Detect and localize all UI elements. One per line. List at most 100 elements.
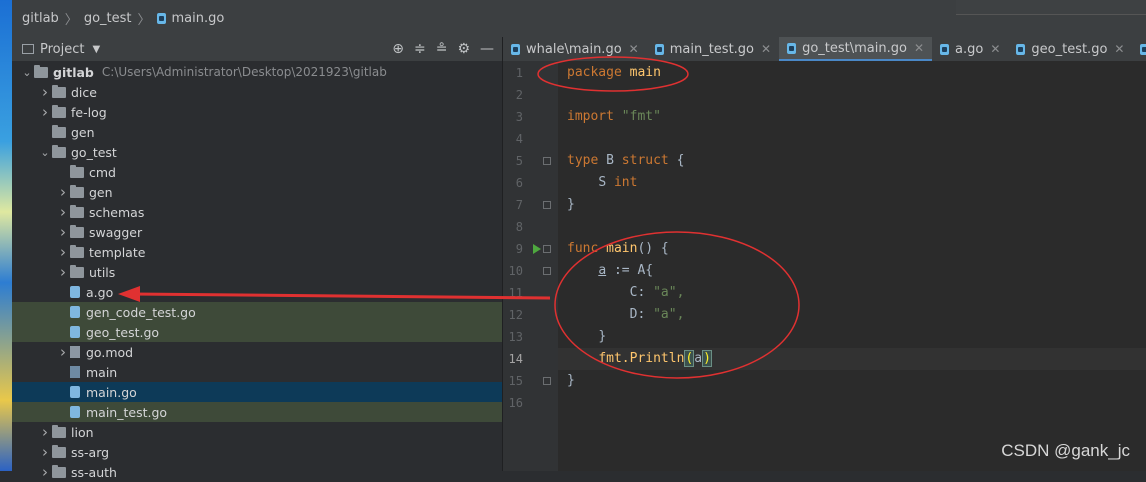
close-icon[interactable]: ✕ [761, 42, 771, 56]
chevron-right-icon[interactable]: › [38, 443, 52, 461]
tree-item-ss-auth[interactable]: › ss-auth [12, 462, 502, 482]
tree-item-swagger[interactable]: › swagger [12, 222, 502, 242]
chevron-right-icon[interactable]: › [56, 223, 70, 241]
tree-item-main-test-go[interactable]: main_test.go [12, 402, 502, 422]
field-key: C: [629, 285, 646, 300]
go-file-icon [70, 326, 80, 338]
tree-item-a-go[interactable]: a.go [12, 282, 502, 302]
tree-item-label: geo_test.go [86, 324, 160, 340]
folder-icon [70, 184, 84, 198]
tree-item-dice[interactable]: › dice [12, 82, 502, 102]
locate-file-icon[interactable]: ⊕ [392, 41, 404, 57]
brace: { [676, 153, 685, 168]
breadcrumb-item-go-test[interactable]: go_test 〉 [84, 9, 157, 28]
breadcrumb-item-main-go[interactable]: main.go [156, 11, 224, 26]
line-number: 9 [515, 242, 523, 256]
breadcrumb-item-gitlab[interactable]: gitlab 〉 [22, 9, 84, 28]
tree-item-label: main.go [86, 384, 137, 400]
tree-item-label: go.mod [86, 344, 134, 360]
binary-file-icon [70, 366, 80, 378]
code-line-9: func main() { [567, 241, 669, 256]
tree-item-lion[interactable]: › lion [12, 422, 502, 442]
tree-item-label: gen_code_test.go [86, 304, 196, 320]
tree-item-main[interactable]: main [12, 362, 502, 382]
expand-all-icon[interactable]: ≑ [414, 41, 426, 57]
chevron-right-icon[interactable]: › [38, 83, 52, 101]
tree-item-cmd[interactable]: cmd [12, 162, 502, 182]
folder-icon [70, 224, 84, 238]
tree-item-template[interactable]: › template [12, 242, 502, 262]
close-icon[interactable]: ✕ [1114, 42, 1124, 56]
brace: } [598, 329, 607, 344]
fold-icon[interactable] [543, 157, 551, 165]
tree-item-ss-arg[interactable]: › ss-arg [12, 442, 502, 462]
chevron-right-icon[interactable]: › [38, 423, 52, 441]
tree-item-schemas[interactable]: › schemas [12, 202, 502, 222]
line-number: 5 [515, 154, 523, 168]
argument: a [694, 351, 703, 366]
code-editor[interactable]: package main import "fmt" type B struct … [558, 61, 1146, 471]
go-file-icon [1140, 43, 1146, 55]
field-name: S [598, 175, 607, 190]
go-mod-icon [70, 346, 80, 358]
tab-label: a.go [955, 41, 984, 57]
tree-item-geo-test-go[interactable]: geo_test.go [12, 322, 502, 342]
tab-go-test-main-go[interactable]: go_test\main.go ✕ [779, 37, 933, 61]
gear-icon[interactable]: ⚙ [457, 41, 470, 57]
tree-item-gen-code-test-go[interactable]: gen_code_test.go [12, 302, 502, 322]
signature: () { [637, 241, 669, 256]
type-name: B [606, 153, 614, 168]
line-number: 11 [508, 286, 523, 300]
folder-icon [52, 464, 66, 478]
run-icon[interactable] [533, 244, 541, 254]
fold-icon[interactable] [543, 377, 551, 385]
go-file-icon [70, 286, 80, 298]
chevron-right-icon[interactable]: › [56, 183, 70, 201]
tree-item-main-go[interactable]: main.go [12, 382, 502, 402]
hide-panel-icon[interactable]: — [480, 41, 494, 57]
tree-item-go-test[interactable]: ⌄ go_test [12, 142, 502, 162]
fold-icon[interactable] [543, 267, 551, 275]
project-panel-header: Project ▼ ⊕ ≑ ≗ ⚙ — [12, 37, 502, 61]
tree-item-utils[interactable]: › utils [12, 262, 502, 282]
line-number-gutter: 1 2 3 4 5 6 7 8 9 10 11 12 13 14 15 16 [503, 61, 558, 471]
chevron-right-icon[interactable]: › [56, 343, 70, 361]
tree-item-gitlab[interactable]: ⌄ gitlab C:\Users\Administrator\Desktop\20… [12, 62, 502, 82]
function-name: main [606, 241, 638, 256]
tree-item-gen[interactable]: › gen [12, 182, 502, 202]
tree-item-go-mod[interactable]: › go.mod [12, 342, 502, 362]
folder-icon [52, 144, 66, 158]
tab-gen[interactable]: gen [1132, 37, 1146, 61]
tab-geo-test-go[interactable]: geo_test.go ✕ [1008, 37, 1132, 61]
close-icon[interactable]: ✕ [990, 42, 1000, 56]
tab-whale-main-go[interactable]: whale\main.go ✕ [503, 37, 647, 61]
fold-icon[interactable] [543, 201, 551, 209]
folder-icon [52, 84, 66, 98]
line-number: 7 [515, 198, 523, 212]
fold-icon[interactable] [543, 245, 551, 253]
chevron-down-icon: ▼ [92, 43, 101, 55]
folder-icon [52, 444, 66, 458]
chevron-down-icon[interactable]: ⌄ [20, 66, 34, 79]
chevron-right-icon[interactable]: › [56, 263, 70, 281]
desktop-edge-strip [0, 0, 12, 471]
collapse-all-icon[interactable]: ≗ [436, 41, 448, 57]
chevron-down-icon[interactable]: ⌄ [38, 146, 52, 159]
tree-item-label: schemas [89, 204, 145, 220]
tree-item-label: a.go [86, 284, 114, 300]
close-icon[interactable]: ✕ [914, 41, 924, 55]
tree-item-label: main [86, 364, 118, 380]
project-view-selector[interactable]: Project ▼ [22, 42, 100, 57]
toolbar-run-config-box[interactable] [956, 0, 1146, 15]
tree-item-label: lion [71, 424, 94, 440]
tab-main-test-go[interactable]: main_test.go ✕ [647, 37, 779, 61]
tree-item-label: utils [89, 264, 116, 280]
chevron-right-icon[interactable]: › [56, 203, 70, 221]
tree-item-fe-log[interactable]: › fe-log [12, 102, 502, 122]
tree-item-gen[interactable]: gen [12, 122, 502, 142]
chevron-right-icon[interactable]: › [56, 243, 70, 261]
tab-a-go[interactable]: a.go ✕ [932, 37, 1008, 61]
chevron-right-icon[interactable]: › [38, 463, 52, 481]
chevron-right-icon[interactable]: › [38, 103, 52, 121]
close-icon[interactable]: ✕ [629, 42, 639, 56]
